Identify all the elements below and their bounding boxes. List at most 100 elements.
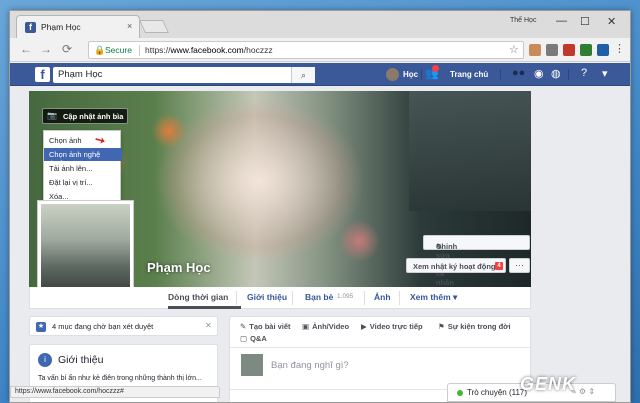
- composer-input[interactable]: Bạn đang nghĩ gì?: [271, 360, 349, 371]
- messenger-icon[interactable]: ◉: [534, 67, 544, 80]
- browser-tab[interactable]: f Phạm Học ×: [16, 15, 140, 38]
- url-scheme: https://: [145, 45, 171, 55]
- composer-tab-photo-video[interactable]: ▣ Ảnh/Video: [302, 322, 349, 331]
- extension-icon-4[interactable]: [580, 44, 592, 56]
- extension-icon-5[interactable]: [597, 44, 609, 56]
- user-avatar[interactable]: [386, 68, 399, 81]
- lock-icon: 🔒: [94, 45, 106, 55]
- menu-item-reposition[interactable]: Đặt lại vị trí...: [44, 176, 122, 189]
- facebook-top-bar: f Phạm Học ⌕ Học 👥 Trang chủ ●● ◉ ◍ ? ▾: [10, 63, 630, 86]
- chat-label: Trò chuyện (117): [467, 388, 528, 397]
- pencil-icon: ✎: [240, 322, 247, 331]
- close-window-icon[interactable]: ✕: [607, 15, 616, 28]
- extension-icon-3[interactable]: [563, 44, 575, 56]
- qa-icon: ▢: [240, 334, 248, 343]
- extension-icon-2[interactable]: [546, 44, 558, 56]
- composer-tab-label: Sự kiện trong đời: [447, 322, 511, 331]
- minimize-icon[interactable]: —: [556, 15, 567, 27]
- search-icon[interactable]: ⌕: [291, 67, 315, 83]
- edit-profile-button[interactable]: ✎ Chỉnh sửa trang cá nhân: [423, 235, 530, 287]
- tab-about[interactable]: Giới thiệu: [247, 292, 287, 302]
- chrome-profile-name[interactable]: Thế Học: [510, 17, 536, 24]
- facebook-logo-icon[interactable]: f: [35, 67, 50, 82]
- address-separator: [139, 45, 140, 56]
- account-menu-icon[interactable]: ▾: [602, 67, 608, 80]
- nav-divider: [399, 291, 400, 305]
- review-notice[interactable]: ★ 4 mục đang chờ bạn xét duyệt ✕: [29, 316, 218, 336]
- facebook-search-input[interactable]: Phạm Học ⌕: [53, 67, 315, 83]
- help-icon[interactable]: ?: [581, 67, 587, 79]
- reload-icon[interactable]: ⟳: [62, 42, 72, 56]
- intro-title: Giới thiệu: [58, 354, 104, 366]
- composer-tab-life-event[interactable]: ⚑ Sự kiện trong đời: [438, 322, 511, 331]
- composer-tab-label: Ảnh/Video: [312, 322, 350, 331]
- maximize-icon[interactable]: ☐: [580, 15, 590, 28]
- address-bar[interactable]: 🔒 Secure https://www.facebook.com/hoczzz…: [88, 41, 524, 59]
- tab-timeline[interactable]: Dòng thời gian: [168, 292, 228, 302]
- forward-icon[interactable]: →: [40, 42, 52, 56]
- header-divider: [500, 69, 501, 80]
- menu-item-upload-photo[interactable]: Tải ảnh lên...: [44, 162, 122, 175]
- tab-friends[interactable]: Bạn bè: [305, 292, 333, 302]
- update-cover-label: Cập nhật ảnh bìa: [63, 112, 124, 121]
- profile-photo-image: [41, 204, 130, 293]
- update-cover-button[interactable]: 📷 Cập nhật ảnh bìa: [42, 108, 128, 124]
- chrome-menu-icon[interactable]: ⋮: [614, 42, 625, 55]
- tab-title: Phạm Học: [41, 22, 81, 32]
- tab-more-label: Xem thêm: [410, 292, 451, 302]
- composer-tab-label: Video trực tiếp: [369, 322, 423, 331]
- composer-divider: [230, 347, 532, 348]
- genk-watermark-logo: GENK: [520, 374, 577, 394]
- profile-nav: Dòng thời gian Giới thiệu Bạn bè 1.095 Ả…: [29, 287, 531, 309]
- tab-more[interactable]: Xem thêm ▾: [410, 292, 457, 303]
- composer-tab-label: Q&A: [250, 334, 267, 343]
- nav-divider: [292, 291, 293, 305]
- friends-icon[interactable]: ●●: [512, 67, 525, 79]
- activity-log-button[interactable]: Xem nhật ký hoạt động 4: [406, 258, 506, 273]
- browser-toolbar: ← → ⟳ 🔒 Secure https://www.facebook.com/…: [10, 38, 630, 62]
- user-name-link[interactable]: Học: [403, 70, 418, 79]
- profile-name: Phạm Học: [147, 260, 211, 275]
- profile-picture[interactable]: [37, 200, 134, 297]
- video-icon: ▶: [361, 322, 367, 331]
- secure-label: Secure: [105, 45, 132, 55]
- composer-tab-qa[interactable]: ▢ Q&A: [240, 334, 267, 343]
- composer-avatar: [241, 354, 263, 376]
- more-options-button[interactable]: ···: [509, 258, 530, 273]
- chevron-down-icon: ▾: [453, 292, 458, 302]
- tab-close-icon[interactable]: ×: [127, 21, 132, 31]
- back-icon[interactable]: ←: [20, 42, 32, 56]
- close-icon[interactable]: ✕: [205, 321, 212, 330]
- review-text: 4 mục đang chờ bạn xét duyệt: [52, 322, 154, 331]
- flag-icon: ⚑: [438, 322, 445, 331]
- browser-window: f Phạm Học × Thế Học — ☐ ✕ ← → ⟳ 🔒 Secur…: [9, 10, 631, 403]
- home-link[interactable]: Trang chủ: [450, 70, 488, 79]
- bookmark-star-icon[interactable]: ☆: [509, 43, 519, 56]
- notification-dot: [432, 65, 439, 72]
- extension-icon-1[interactable]: [529, 44, 541, 56]
- friends-count: 1.095: [337, 293, 354, 300]
- composer-tab-label: Tạo bài viết: [249, 322, 291, 331]
- menu-item-choose-artwork[interactable]: Chọn ảnh nghệ thuật: [44, 148, 122, 168]
- url-text: https://www.facebook.com/hoczzz: [145, 45, 273, 55]
- new-tab-button[interactable]: [138, 20, 170, 33]
- search-value: Phạm Học: [58, 69, 103, 80]
- composer-tab-live-video[interactable]: ▶ Video trực tiếp: [361, 322, 423, 331]
- page-viewport: f Phạm Học ⌕ Học 👥 Trang chủ ●● ◉ ◍ ? ▾ …: [10, 63, 630, 402]
- tab-photos[interactable]: Ảnh: [374, 292, 391, 302]
- star-icon: ★: [36, 322, 46, 332]
- photo-icon: ▣: [302, 322, 310, 331]
- composer-tab-create-post[interactable]: ✎ Tạo bài viết: [240, 322, 291, 331]
- url-host: www.facebook.com: [170, 45, 244, 55]
- nav-divider: [364, 291, 365, 305]
- activity-count-badge: 4: [495, 262, 503, 270]
- facebook-favicon-icon: f: [25, 22, 36, 33]
- active-tab-indicator: [168, 306, 241, 309]
- header-divider: [568, 69, 569, 80]
- globe-icon[interactable]: ◍: [551, 67, 561, 80]
- cover-background-shade: [409, 91, 531, 211]
- menu-item-choose-photo[interactable]: Chọn ảnh: [44, 134, 122, 147]
- header-divider: [421, 69, 422, 80]
- online-dot: [457, 390, 463, 396]
- info-icon: i: [38, 353, 52, 367]
